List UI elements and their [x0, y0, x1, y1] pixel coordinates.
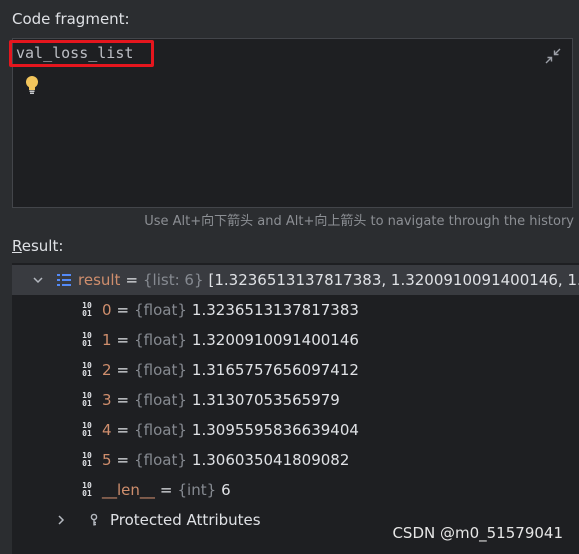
tree-item-value: 1.3200910091400146 [191, 331, 359, 349]
number-icon: 10 01 [82, 481, 92, 498]
result-tree[interactable]: result = {list: 6} [1.3236513137817383, … [12, 263, 579, 554]
tree-item-equals: = [116, 331, 130, 349]
tree-item-name: 2 [102, 361, 112, 379]
tree-row-item-4[interactable]: 10 01 4 = {float} 1.3095595836639404 [12, 415, 579, 445]
tree-item-type: {float} [134, 361, 187, 379]
tree-item-value: [1.3236513137817383, 1.3200910091400146,… [208, 271, 579, 289]
tree-row-item-1[interactable]: 10 01 1 = {float} 1.3200910091400146 [12, 325, 579, 355]
tree-item-name: 0 [102, 301, 112, 319]
tree-item-type: {float} [134, 421, 187, 439]
tree-item-name: 5 [102, 451, 112, 469]
tree-item-type: {int} [177, 481, 217, 499]
tree-item-type: {list: 6} [143, 271, 204, 289]
history-hint: Use Alt+向下箭头 and Alt+向上箭头 to navigate th… [144, 214, 574, 229]
tree-item-type: {float} [134, 301, 187, 319]
number-icon: 10 01 [82, 391, 92, 408]
result-label: Result: [12, 237, 63, 255]
tree-row-item-5[interactable]: 10 01 5 = {float} 1.306035041809082 [12, 445, 579, 475]
chevron-down-icon[interactable] [32, 274, 44, 286]
tree-item-value: 1.306035041809082 [191, 451, 350, 469]
chevron-right-icon[interactable] [55, 514, 67, 526]
tree-item-value: 1.3236513137817383 [191, 301, 359, 319]
tree-row-item-2[interactable]: 10 01 2 = {float} 1.3165757656097412 [12, 355, 579, 385]
tree-row-len[interactable]: 10 01 __len__ = {int} 6 [12, 475, 579, 505]
tree-item-equals: = [116, 391, 130, 409]
tree-item-name: 1 [102, 331, 112, 349]
collapse-icon[interactable] [544, 47, 562, 65]
tree-item-equals: = [125, 271, 139, 289]
tree-item-value: 6 [221, 481, 231, 499]
tree-row-item-0[interactable]: 10 01 0 = {float} 1.3236513137817383 [12, 295, 579, 325]
result-label-mnemonic: R [12, 237, 22, 255]
number-icon: 10 01 [82, 361, 92, 378]
number-icon: 10 01 [82, 301, 92, 318]
watermark-text: CSDN @m0_51579041 [392, 524, 563, 542]
tree-row-result[interactable]: result = {list: 6} [1.3236513137817383, … [12, 265, 579, 295]
tree-item-equals: = [116, 451, 130, 469]
tree-item-equals: = [116, 361, 130, 379]
number-icon: 10 01 [82, 451, 92, 468]
key-icon [90, 513, 98, 526]
tree-item-value: 1.3165757656097412 [191, 361, 359, 379]
result-label-text: esult: [21, 237, 64, 255]
lightbulb-icon[interactable] [25, 75, 39, 95]
protected-attributes-label: Protected Attributes [110, 511, 261, 529]
code-fragment-text[interactable]: val_loss_list [16, 44, 133, 62]
tree-item-type: {float} [134, 391, 187, 409]
tree-item-equals: = [159, 481, 173, 499]
list-icon [57, 274, 71, 286]
tree-item-name: 3 [102, 391, 112, 409]
tree-item-name: result [78, 271, 121, 289]
tree-item-type: {float} [134, 331, 187, 349]
number-icon: 10 01 [82, 421, 92, 438]
code-fragment-editor[interactable]: val_loss_list [9, 38, 573, 208]
tree-item-value: 1.31307053565979 [191, 391, 340, 409]
tree-item-name: 4 [102, 421, 112, 439]
code-fragment-label: Code fragment: [12, 10, 130, 28]
tree-item-value: 1.3095595836639404 [191, 421, 359, 439]
tree-item-equals: = [116, 421, 130, 439]
tree-item-equals: = [116, 301, 130, 319]
number-icon: 10 01 [82, 331, 92, 348]
tree-item-type: {float} [134, 451, 187, 469]
tree-row-item-3[interactable]: 10 01 3 = {float} 1.31307053565979 [12, 385, 579, 415]
tree-item-name: __len__ [102, 481, 155, 499]
